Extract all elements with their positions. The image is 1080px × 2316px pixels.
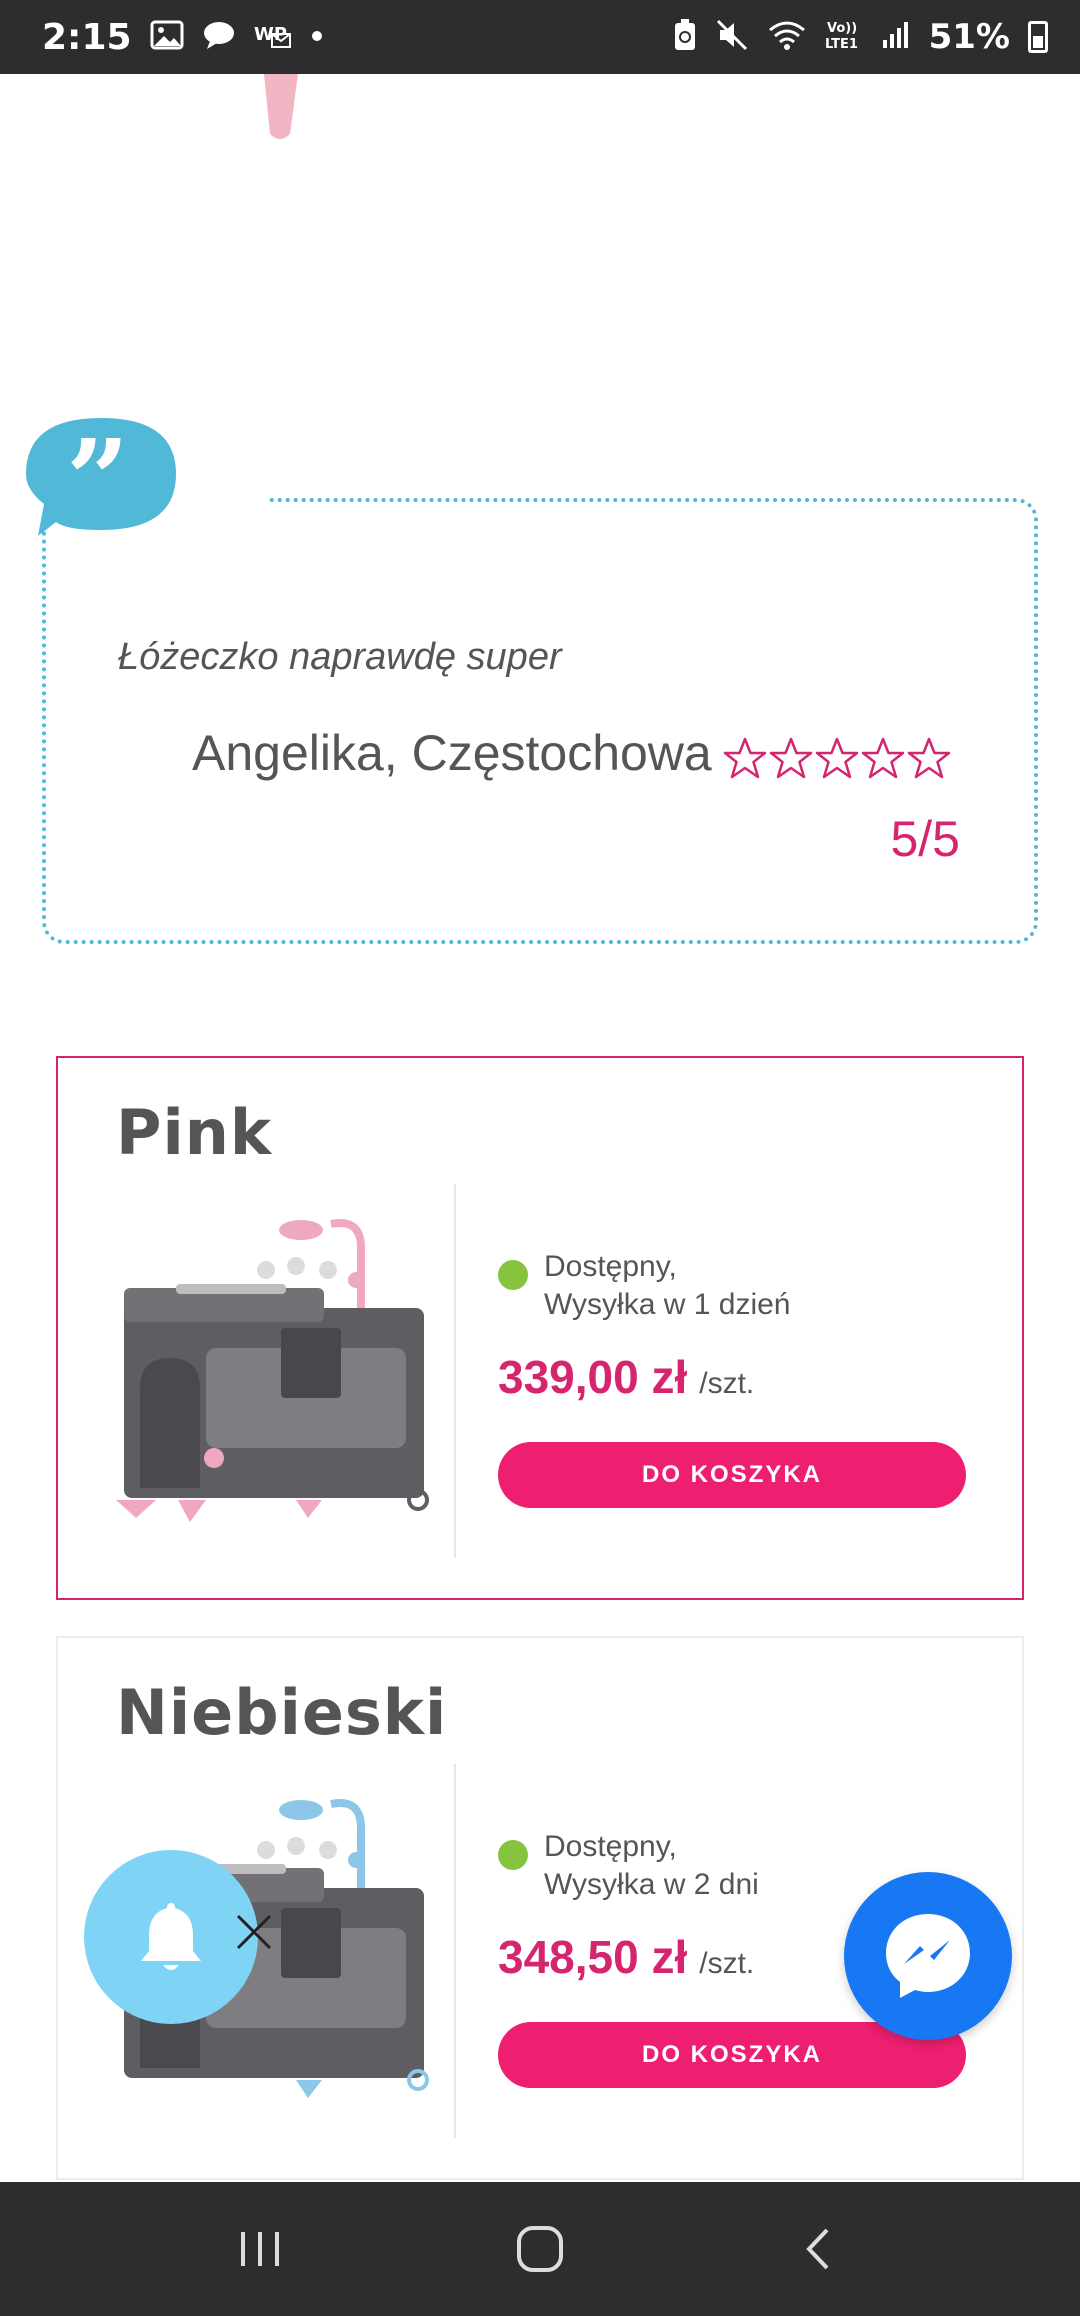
review-card <box>42 498 1038 944</box>
status-bar-left: 2:15 WP <box>42 17 324 58</box>
back-button[interactable] <box>780 2209 860 2289</box>
volte-icon: Vo)) LTE1 <box>825 18 863 56</box>
status-bar: 2:15 WP Vo)) LTE1 51% <box>0 0 1080 74</box>
status-bar-right: Vo)) LTE1 51% <box>673 17 1048 57</box>
add-to-cart-button[interactable]: DO KOSZYKA <box>498 1442 966 1508</box>
wp-mail-icon: WP <box>254 20 292 54</box>
home-icon <box>517 2226 563 2272</box>
star-icon <box>861 737 905 779</box>
shipping-time: Wysyłka w 2 dni <box>544 1868 759 1901</box>
battery-percent: 51% <box>928 17 1010 57</box>
bed-leg-image <box>264 74 298 139</box>
availability-status: Dostępny, <box>544 1250 677 1283</box>
close-icon[interactable] <box>232 1910 276 1954</box>
travel-cot-pink-image <box>116 1219 429 1522</box>
star-icon <box>723 737 767 779</box>
card-divider <box>454 1184 456 1558</box>
price-row: 339,00 zł /szt. <box>498 1350 754 1404</box>
messenger-icon <box>886 1914 970 1998</box>
availability-dot-icon <box>498 1840 528 1870</box>
price-row: 348,50 zł /szt. <box>498 1930 754 1984</box>
availability: Dostępny, Wysyłka w 1 dzień <box>498 1248 790 1324</box>
product-title: Pink <box>116 1096 273 1169</box>
product-price: 339,00 zł <box>498 1351 688 1403</box>
wifi-icon <box>767 18 807 56</box>
dot-icon <box>310 28 324 47</box>
gallery-icon <box>150 20 184 54</box>
recents-button[interactable] <box>220 2209 300 2289</box>
recents-icon <box>241 2232 279 2266</box>
rating-score: 5/5 <box>890 811 960 867</box>
shipping-time: Wysyłka w 1 dzień <box>544 1288 791 1321</box>
back-icon <box>806 2228 829 2270</box>
bell-icon <box>141 1903 201 1970</box>
availability: Dostępny, Wysyłka w 2 dni <box>498 1828 759 1904</box>
star-icon <box>815 737 859 779</box>
product-price: 348,50 zł <box>498 1931 688 1983</box>
quote-icon: ” <box>26 418 176 536</box>
svg-text:LTE1: LTE1 <box>825 37 858 52</box>
signal-icon <box>881 20 911 54</box>
product-title: Niebieski <box>116 1676 448 1749</box>
svg-text:Vo)): Vo)) <box>827 21 857 36</box>
home-button[interactable] <box>500 2209 580 2289</box>
battery-icon <box>1028 21 1048 53</box>
mute-icon <box>715 18 749 56</box>
svg-text:”: ” <box>66 418 129 536</box>
card-divider <box>454 1764 456 2138</box>
review-author: Angelika, Częstochowa <box>192 725 712 781</box>
messenger-chat-button[interactable] <box>844 1872 1012 2040</box>
review-text: Łóżeczko naprawdę super <box>118 636 562 678</box>
price-unit: /szt. <box>699 1367 755 1400</box>
status-time: 2:15 <box>42 16 132 58</box>
chat-icon <box>202 20 236 54</box>
star-icon <box>769 737 813 779</box>
product-card-pink[interactable]: Pink Dostępny, Wysyłka w 1 dzień 339,00 … <box>56 1056 1024 1600</box>
battery-saver-icon <box>673 18 697 56</box>
availability-dot-icon <box>498 1260 528 1290</box>
star-icon <box>907 737 951 779</box>
price-unit: /szt. <box>699 1947 755 1980</box>
navigation-bar <box>0 2182 1080 2316</box>
rating-stars <box>722 736 952 782</box>
availability-status: Dostępny, <box>544 1830 677 1863</box>
